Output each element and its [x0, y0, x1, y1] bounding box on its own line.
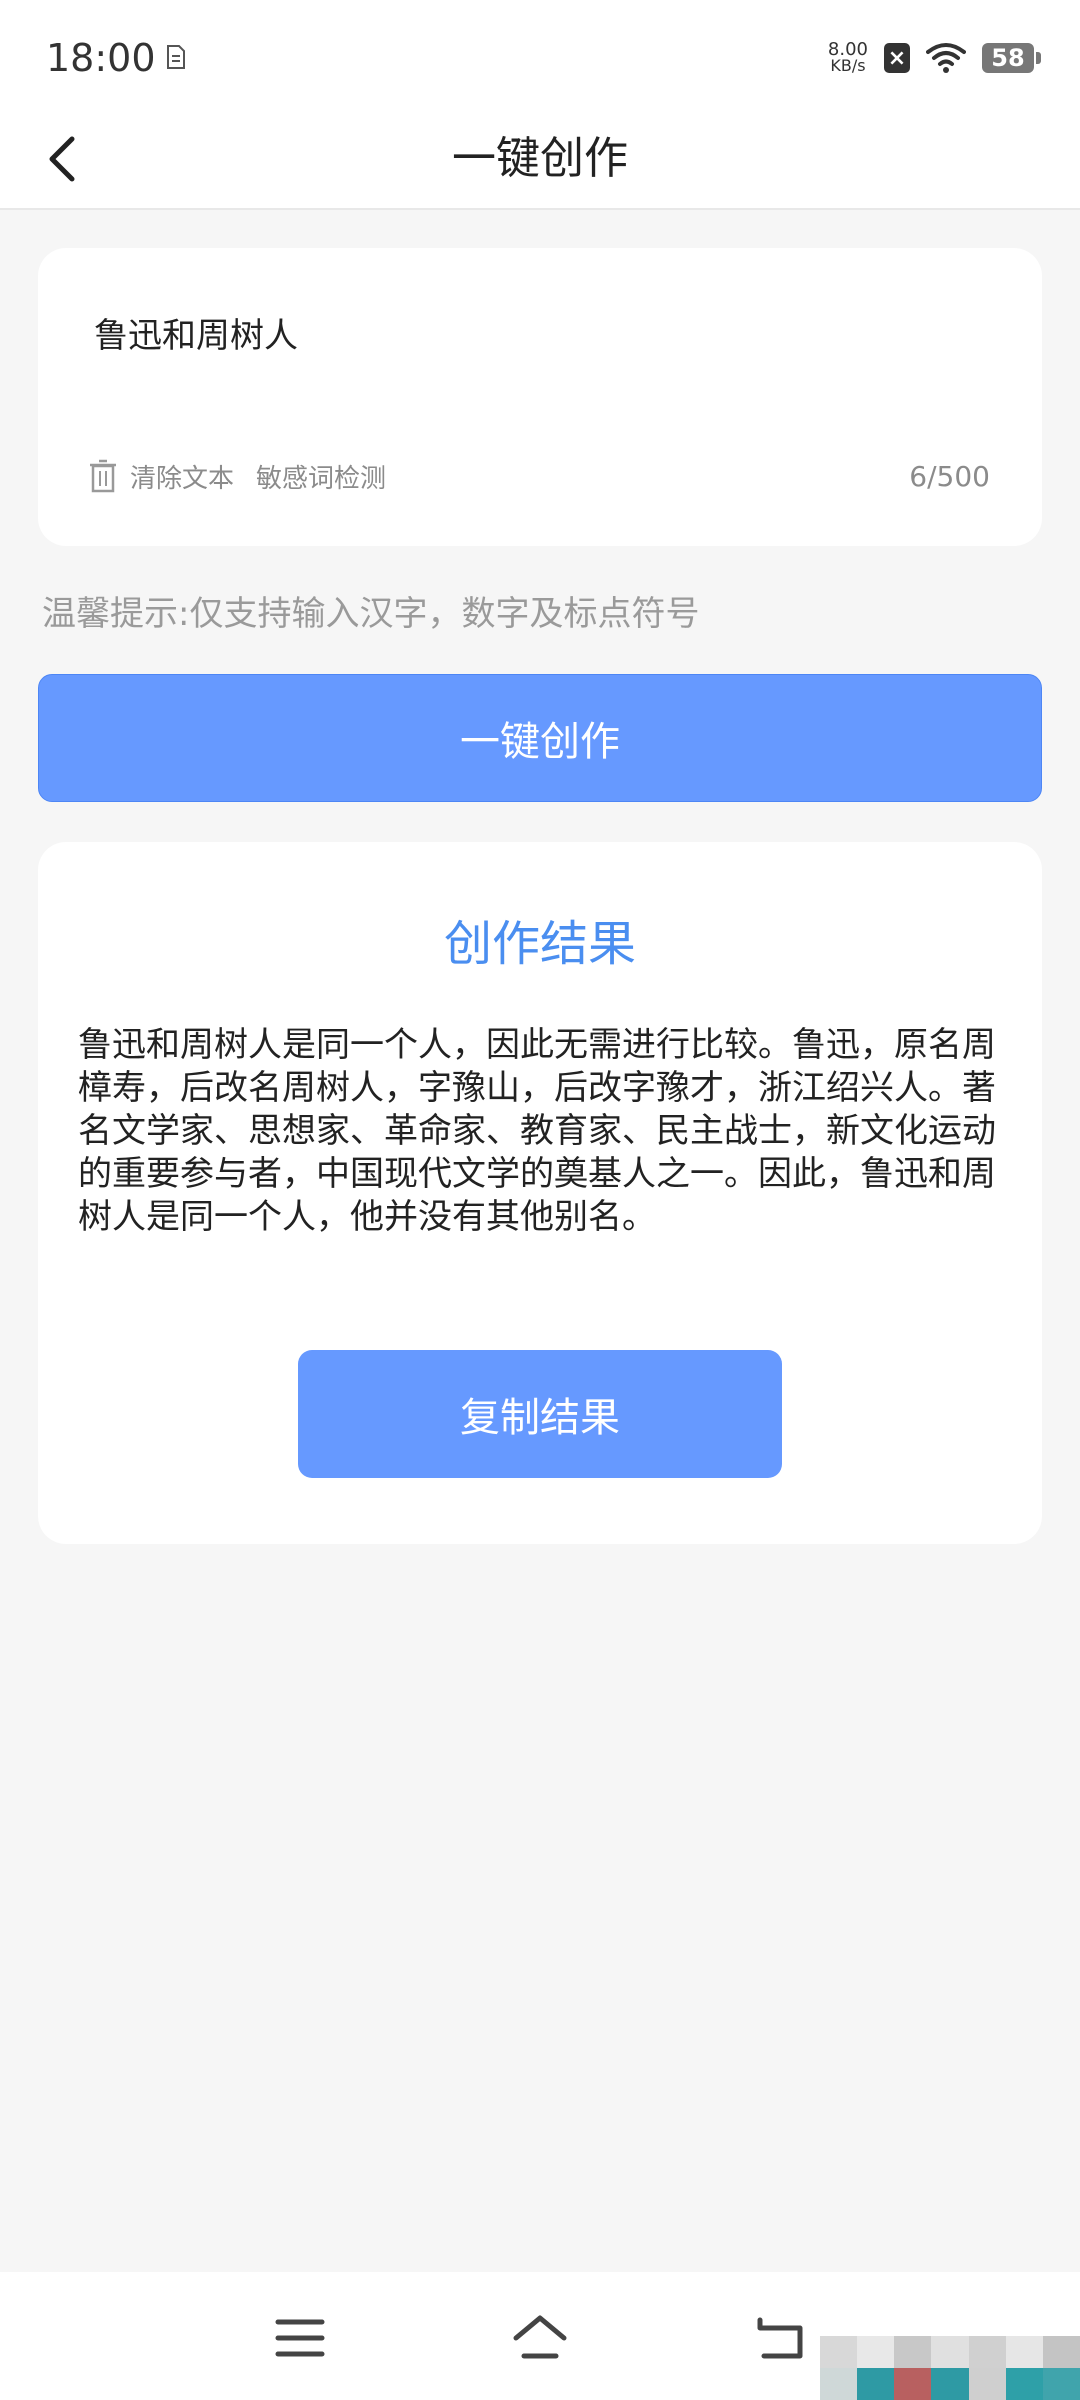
character-count: 6/500	[909, 460, 990, 493]
back-nav-icon[interactable]	[752, 2312, 808, 2364]
input-tools: 清除文本 敏感词检测	[88, 453, 386, 499]
battery-indicator: 58	[982, 43, 1041, 73]
home-icon[interactable]	[512, 2312, 568, 2364]
pixelated-overlay	[820, 2336, 1080, 2400]
copy-result-button[interactable]: 复制结果	[298, 1350, 782, 1478]
result-text: 鲁迅和周树人是同一个人，因此无需进行比较。鲁迅，原名周樟寿，后改名周树人，字豫山…	[78, 1025, 996, 1237]
status-time: 18:00	[46, 36, 156, 80]
clear-text-label: 清除文本	[130, 463, 235, 494]
page-title: 一键创作	[452, 133, 628, 184]
menu-icon[interactable]	[272, 2312, 328, 2364]
status-bar: 18:00 8.00 KB/s × 58	[0, 0, 1080, 110]
clear-text-button[interactable]: 清除文本	[88, 458, 234, 495]
network-speed: 8.00 KB/s	[828, 41, 868, 75]
creation-text-input[interactable]: 鲁迅和周树人	[92, 306, 996, 430]
wifi-icon	[926, 43, 966, 73]
sensitive-word-check-button[interactable]: 敏感词检测	[256, 458, 386, 495]
trash-icon	[90, 459, 116, 493]
network-speed-unit: KB/s	[830, 56, 866, 75]
document-icon	[167, 45, 185, 69]
status-indicators: 8.00 KB/s × 58	[828, 36, 1041, 80]
sensitive-word-check-label: 敏感词检测	[256, 463, 387, 494]
no-sim-icon: ×	[884, 43, 910, 73]
header: 一键创作	[0, 110, 1080, 210]
result-card: 创作结果 鲁迅和周树人是同一个人，因此无需进行比较。鲁迅，原名周樟寿，后改名周树…	[38, 842, 1042, 1544]
input-tip: 温馨提示:仅支持输入汉字，数字及标点符号	[42, 594, 700, 634]
result-title: 创作结果	[443, 916, 636, 972]
input-card: 鲁迅和周树人 清除文本 敏感词检测 6/500	[38, 248, 1042, 546]
one-click-create-button[interactable]: 一键创作	[38, 674, 1042, 802]
